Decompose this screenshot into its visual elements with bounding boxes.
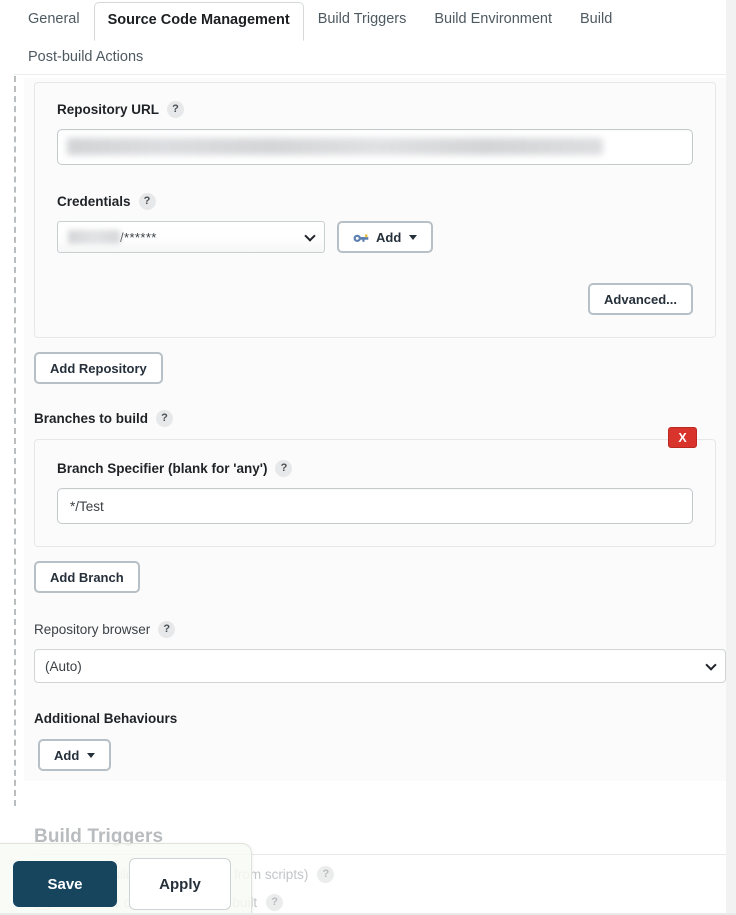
add-repository-row: Add Repository	[34, 352, 716, 384]
add-credentials-button[interactable]: Add	[337, 221, 434, 253]
credentials-label: Credentials	[57, 194, 131, 209]
tab-build-triggers[interactable]: Build Triggers	[304, 0, 421, 40]
add-behaviour-label: Add	[54, 747, 80, 763]
delete-branch-button[interactable]: X	[668, 427, 697, 448]
save-button[interactable]: Save	[13, 861, 117, 907]
additional-behaviours-add-row: Add	[38, 739, 716, 771]
tab-build[interactable]: Build	[566, 0, 626, 40]
caret-down-icon	[87, 752, 96, 758]
config-tab-row-primary: General Source Code Management Build Tri…	[14, 0, 726, 41]
credentials-username-redaction	[68, 230, 120, 244]
branch-specifier-input[interactable]	[57, 488, 693, 524]
repository-browser-select[interactable]: (Auto)	[34, 649, 726, 683]
advanced-button[interactable]: Advanced...	[588, 283, 693, 315]
additional-behaviours-label: Additional Behaviours	[34, 711, 178, 726]
caret-down-icon	[409, 234, 418, 240]
scm-form-area: Repository URL ? Credentials ? /****** A…	[24, 78, 726, 781]
branch-specifier-label-row: Branch Specifier (blank for 'any') ?	[57, 460, 693, 477]
branch-panel: X Branch Specifier (blank for 'any') ?	[34, 427, 716, 547]
credentials-selected-value: /******	[120, 229, 157, 245]
credentials-row: /****** Add	[57, 221, 693, 253]
key-icon	[353, 233, 369, 242]
branch-specifier-label: Branch Specifier (blank for 'any')	[57, 461, 268, 476]
chevron-down-icon	[705, 659, 717, 671]
page-right-edge-strip	[726, 0, 736, 915]
repository-url-redaction-blur	[67, 138, 603, 155]
advanced-button-row: Advanced...	[57, 283, 693, 315]
branches-to-build-label-row: Branches to build ?	[34, 410, 716, 427]
tab-build-environment[interactable]: Build Environment	[420, 0, 566, 40]
tab-source-code-management[interactable]: Source Code Management	[93, 1, 304, 41]
repository-browser-label-row: Repository browser ?	[34, 621, 716, 638]
trigger-builds-remotely-help-icon[interactable]: ?	[317, 866, 335, 883]
branches-to-build-label: Branches to build	[34, 411, 149, 426]
credentials-label-row: Credentials ?	[57, 193, 693, 210]
repository-browser-section: Repository browser ? (Auto)	[34, 621, 726, 683]
add-behaviour-button[interactable]: Add	[38, 739, 112, 771]
add-credentials-label: Add	[376, 229, 402, 245]
tab-general[interactable]: General	[14, 0, 94, 40]
add-branch-row: Add Branch	[34, 561, 716, 593]
branches-to-build-help-icon[interactable]: ?	[156, 410, 174, 427]
config-tab-bar: General Source Code Management Build Tri…	[0, 0, 726, 76]
repository-browser-selected-value: (Auto)	[45, 658, 82, 674]
config-tab-row-secondary: Post-build Actions	[14, 40, 726, 76]
apply-button[interactable]: Apply	[129, 858, 231, 910]
credentials-help-icon[interactable]: ?	[138, 193, 156, 210]
repository-browser-help-icon[interactable]: ?	[158, 621, 176, 638]
tab-bar-divider	[14, 74, 726, 75]
floating-save-bar: Save Apply	[0, 843, 252, 915]
form-left-dashed-rail	[14, 76, 16, 806]
tab-post-build-actions[interactable]: Post-build Actions	[14, 40, 157, 75]
chevron-down-icon	[304, 230, 316, 242]
additional-behaviours-section: Additional Behaviours Add	[34, 711, 716, 771]
repository-url-label: Repository URL	[57, 102, 160, 117]
add-repository-button[interactable]: Add Repository	[34, 352, 163, 384]
jenkins-job-config-page: General Source Code Management Build Tri…	[0, 0, 736, 915]
repository-url-label-row: Repository URL ?	[57, 101, 693, 118]
credentials-select[interactable]: /******	[57, 221, 325, 253]
repository-url-help-icon[interactable]: ?	[167, 101, 185, 118]
repository-panel: Repository URL ? Credentials ? /****** A…	[34, 82, 716, 338]
branches-to-build-header: Branches to build ?	[34, 410, 716, 427]
branch-specifier-help-icon[interactable]: ?	[275, 460, 293, 477]
repository-url-input-wrap	[57, 129, 693, 165]
repository-browser-label: Repository browser	[34, 622, 151, 637]
build-after-other-projects-help-icon[interactable]: ?	[266, 894, 284, 911]
credentials-select-wrap: /******	[57, 221, 325, 253]
add-branch-button[interactable]: Add Branch	[34, 561, 140, 593]
